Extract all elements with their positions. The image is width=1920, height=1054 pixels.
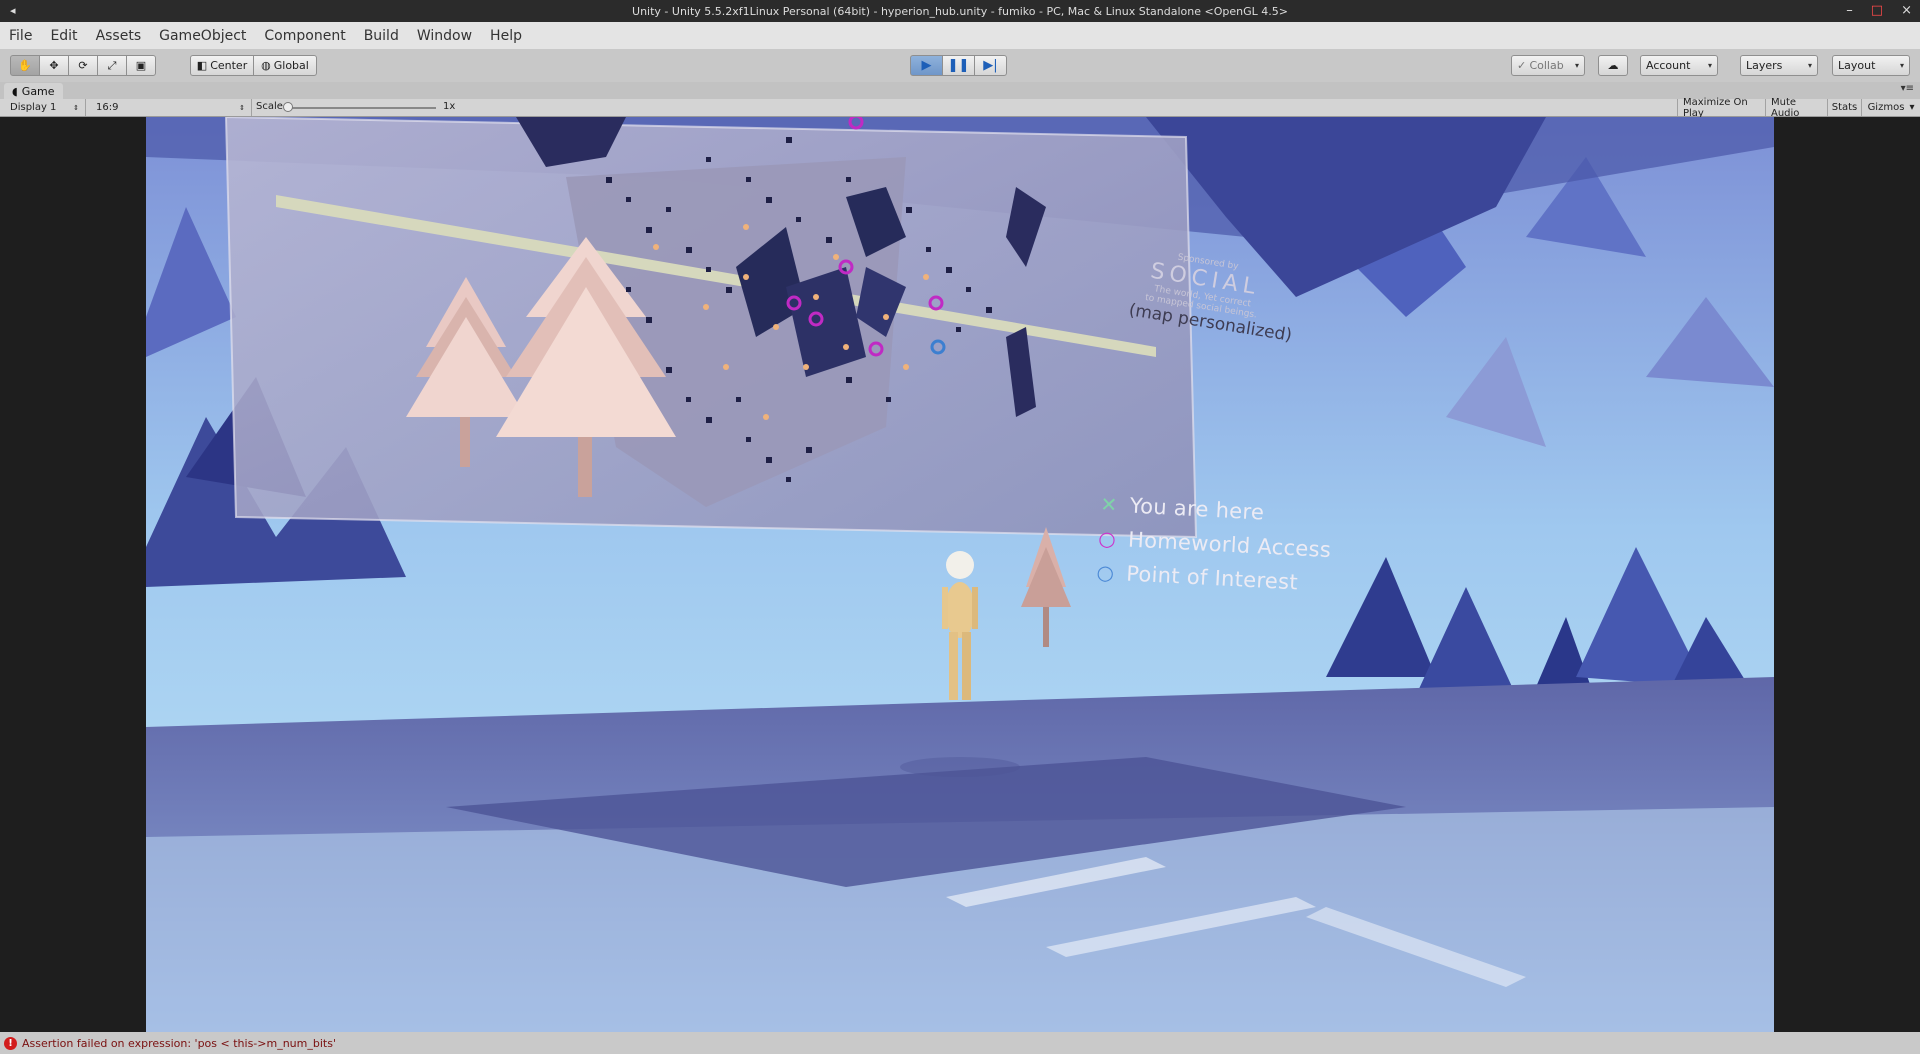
pause-button[interactable]: ❚❚ [942, 55, 975, 76]
step-button[interactable]: ▶| [974, 55, 1007, 76]
updown-arrows-icon: ⇕ [73, 103, 79, 112]
menu-help[interactable]: Help [481, 28, 531, 44]
gizmos-dropdown[interactable]: Gizmos [1861, 99, 1910, 116]
pivot-mode-button[interactable]: ◧ Center [190, 55, 254, 76]
status-message[interactable]: Assertion failed on expression: 'pos < t… [22, 1037, 336, 1050]
maximize-icon[interactable]: □ [1871, 2, 1883, 20]
menu-assets[interactable]: Assets [87, 28, 151, 44]
menu-component[interactable]: Component [255, 28, 354, 44]
layout-label: Layout [1838, 59, 1876, 72]
display-dropdown[interactable]: Display 1 ⇕ [0, 99, 86, 116]
chevron-down-icon: ▾ [1807, 61, 1812, 70]
rect-tool-button[interactable]: ▣ [126, 55, 156, 76]
legend-label: You are here [1129, 493, 1265, 525]
menu-build[interactable]: Build [355, 28, 408, 44]
collab-group: ✓ Collab ▾ [1511, 55, 1585, 76]
account-dropdown[interactable]: Account ▾ [1640, 55, 1718, 76]
legend-label: Point of Interest [1125, 561, 1299, 595]
x-marker-icon: ✕ [1099, 492, 1118, 517]
game-scene-art [146, 117, 1774, 1032]
legend-label: Homeworld Access [1127, 527, 1332, 563]
account-group: Account ▾ [1640, 55, 1718, 76]
menu-bar: File Edit Assets GameObject Component Bu… [0, 22, 1920, 50]
pivot-toggles: ◧ Center ◍ Global [190, 55, 317, 76]
stats-toggle[interactable]: Stats [1827, 99, 1861, 116]
chevron-down-icon: ▾ [1899, 61, 1904, 70]
layers-label: Layers [1746, 59, 1783, 72]
collab-dropdown[interactable]: ✓ Collab ▾ [1511, 55, 1585, 76]
aspect-dropdown[interactable]: 16:9 ⇕ [86, 99, 252, 116]
window-title-bar: ◂ Unity - Unity 5.5.2xf1Linux Personal (… [0, 0, 1920, 22]
hand-icon: ✋ [18, 59, 32, 72]
menu-gameobject[interactable]: GameObject [150, 28, 255, 44]
pane-options-icon[interactable]: ▾≡ [1901, 83, 1914, 94]
tab-game[interactable]: ◖ Game [4, 83, 63, 99]
unity-logo-icon[interactable]: ◂ [10, 4, 16, 17]
globe-icon: ◍ [261, 59, 271, 72]
window-title: Unity - Unity 5.5.2xf1Linux Personal (64… [632, 4, 1288, 18]
tab-game-label: Game [21, 84, 55, 98]
game-view-tab-strip: ◖ Game ▾≡ [0, 82, 1920, 99]
collab-label: Collab [1529, 59, 1564, 72]
move-tool-button[interactable]: ✥ [39, 55, 69, 76]
menu-file[interactable]: File [0, 28, 41, 44]
mute-audio-toggle[interactable]: Mute Audio [1765, 96, 1827, 119]
aspect-label: 16:9 [96, 102, 119, 113]
scale-label: Scale [256, 101, 283, 112]
move-icon: ✥ [49, 59, 59, 72]
cloud-icon: ☁ [1607, 59, 1619, 72]
mute-audio-label: Mute Audio [1771, 96, 1800, 119]
updown-arrows-icon: ⇕ [239, 103, 245, 112]
cloud-services-button[interactable]: ☁ [1598, 55, 1628, 76]
close-icon[interactable]: × [1901, 2, 1912, 20]
collab-check-icon: ✓ [1517, 59, 1527, 72]
scale-slider-track[interactable] [286, 107, 436, 109]
pivot-mode-label: Center [210, 59, 248, 72]
maximize-on-play-toggle[interactable]: Maximize On Play [1677, 96, 1765, 119]
layout-group: Layout ▾ [1832, 55, 1910, 76]
scale-value: 1x [443, 101, 456, 112]
scale-tool-button[interactable]: ⤢ [97, 55, 127, 76]
scale-icon: ⤢ [107, 58, 117, 72]
play-icon: ▶ [921, 58, 932, 73]
game-render[interactable]: Sponsored by SOCIAL The world, Yet corre… [146, 117, 1774, 1032]
pivot-rotation-button[interactable]: ◍ Global [253, 55, 317, 76]
pivot-icon: ◧ [196, 59, 208, 72]
game-controller-icon: ◖ [12, 84, 18, 98]
main-toolbar: ✋ ✥ ⟳ ⤢ ▣ ◧ Center ◍ Global ▶ ❚❚ ▶| ✓ Co… [0, 49, 1920, 83]
cloud-group: ☁ [1598, 55, 1628, 76]
game-view-controlbar: Display 1 ⇕ 16:9 ⇕ Scale 1x Maximize On … [0, 96, 1920, 119]
gizmos-label: Gizmos [1867, 102, 1905, 113]
account-label: Account [1646, 59, 1691, 72]
rect-icon: ▣ [135, 59, 147, 72]
minimize-icon[interactable]: – [1846, 2, 1853, 20]
menu-edit[interactable]: Edit [41, 28, 86, 44]
layers-dropdown[interactable]: Layers ▾ [1740, 55, 1818, 76]
ring-magenta-icon: ○ [1097, 525, 1117, 551]
error-icon: ! [4, 1036, 17, 1050]
play-controls: ▶ ❚❚ ▶| [910, 55, 1007, 76]
map-legend: ✕ You are here ○ Homeworld Access ○ Poin… [1093, 487, 1333, 601]
maximize-on-play-label: Maximize On Play [1683, 96, 1748, 119]
hand-tool-button[interactable]: ✋ [10, 55, 40, 76]
rotate-tool-button[interactable]: ⟳ [68, 55, 98, 76]
console-status-bar[interactable]: ! Assertion failed on expression: 'pos <… [0, 1032, 1920, 1054]
stats-label: Stats [1831, 102, 1858, 113]
scale-slider-thumb[interactable] [283, 102, 293, 112]
rotate-icon: ⟳ [78, 59, 88, 72]
chevron-down-icon: ▾ [1574, 61, 1579, 70]
transform-tools: ✋ ✥ ⟳ ⤢ ▣ [10, 55, 156, 76]
pause-icon: ❚❚ [947, 58, 970, 73]
chevron-down-icon: ▾ [1707, 61, 1712, 70]
menu-window[interactable]: Window [408, 28, 481, 44]
layout-dropdown[interactable]: Layout ▾ [1832, 55, 1910, 76]
pivot-rotation-label: Global [273, 59, 309, 72]
gizmos-chevron-icon[interactable]: ▾ [1904, 99, 1920, 116]
play-button[interactable]: ▶ [910, 55, 943, 76]
ring-blue-icon: ○ [1096, 559, 1115, 585]
display-label: Display 1 [10, 102, 57, 113]
layers-group: Layers ▾ [1740, 55, 1818, 76]
step-icon: ▶| [983, 58, 998, 73]
window-controls: – □ × [1846, 2, 1912, 20]
